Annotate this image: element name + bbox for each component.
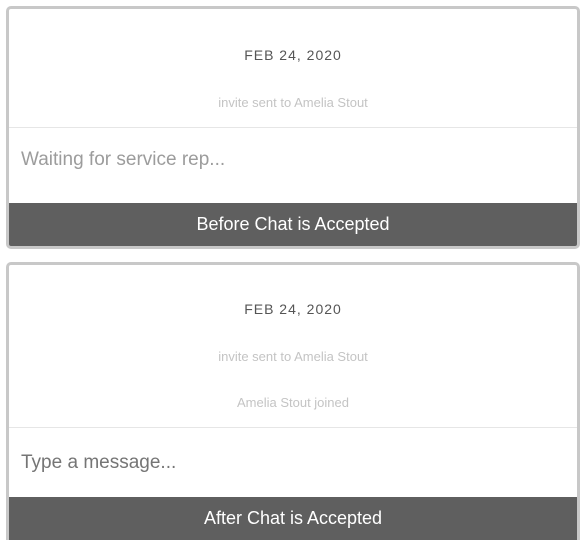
date-header: FEB 24, 2020 xyxy=(244,301,342,317)
chat-panel-before: FEB 24, 2020 invite sent to Amelia Stout… xyxy=(6,6,580,249)
chat-panel-after: FEB 24, 2020 invite sent to Amelia Stout… xyxy=(6,262,580,540)
date-header: FEB 24, 2020 xyxy=(244,47,342,63)
message-input[interactable] xyxy=(21,452,565,474)
system-event-invite: invite sent to Amelia Stout xyxy=(218,349,368,364)
caption-after: After Chat is Accepted xyxy=(9,497,577,540)
composer-divider xyxy=(9,427,577,428)
system-event-joined: Amelia Stout joined xyxy=(236,395,349,410)
system-event-invite: invite sent to Amelia Stout xyxy=(218,95,368,110)
composer-divider xyxy=(9,127,577,128)
message-input-disabled: Waiting for service rep... xyxy=(21,149,226,170)
caption-before: Before Chat is Accepted xyxy=(9,203,577,246)
